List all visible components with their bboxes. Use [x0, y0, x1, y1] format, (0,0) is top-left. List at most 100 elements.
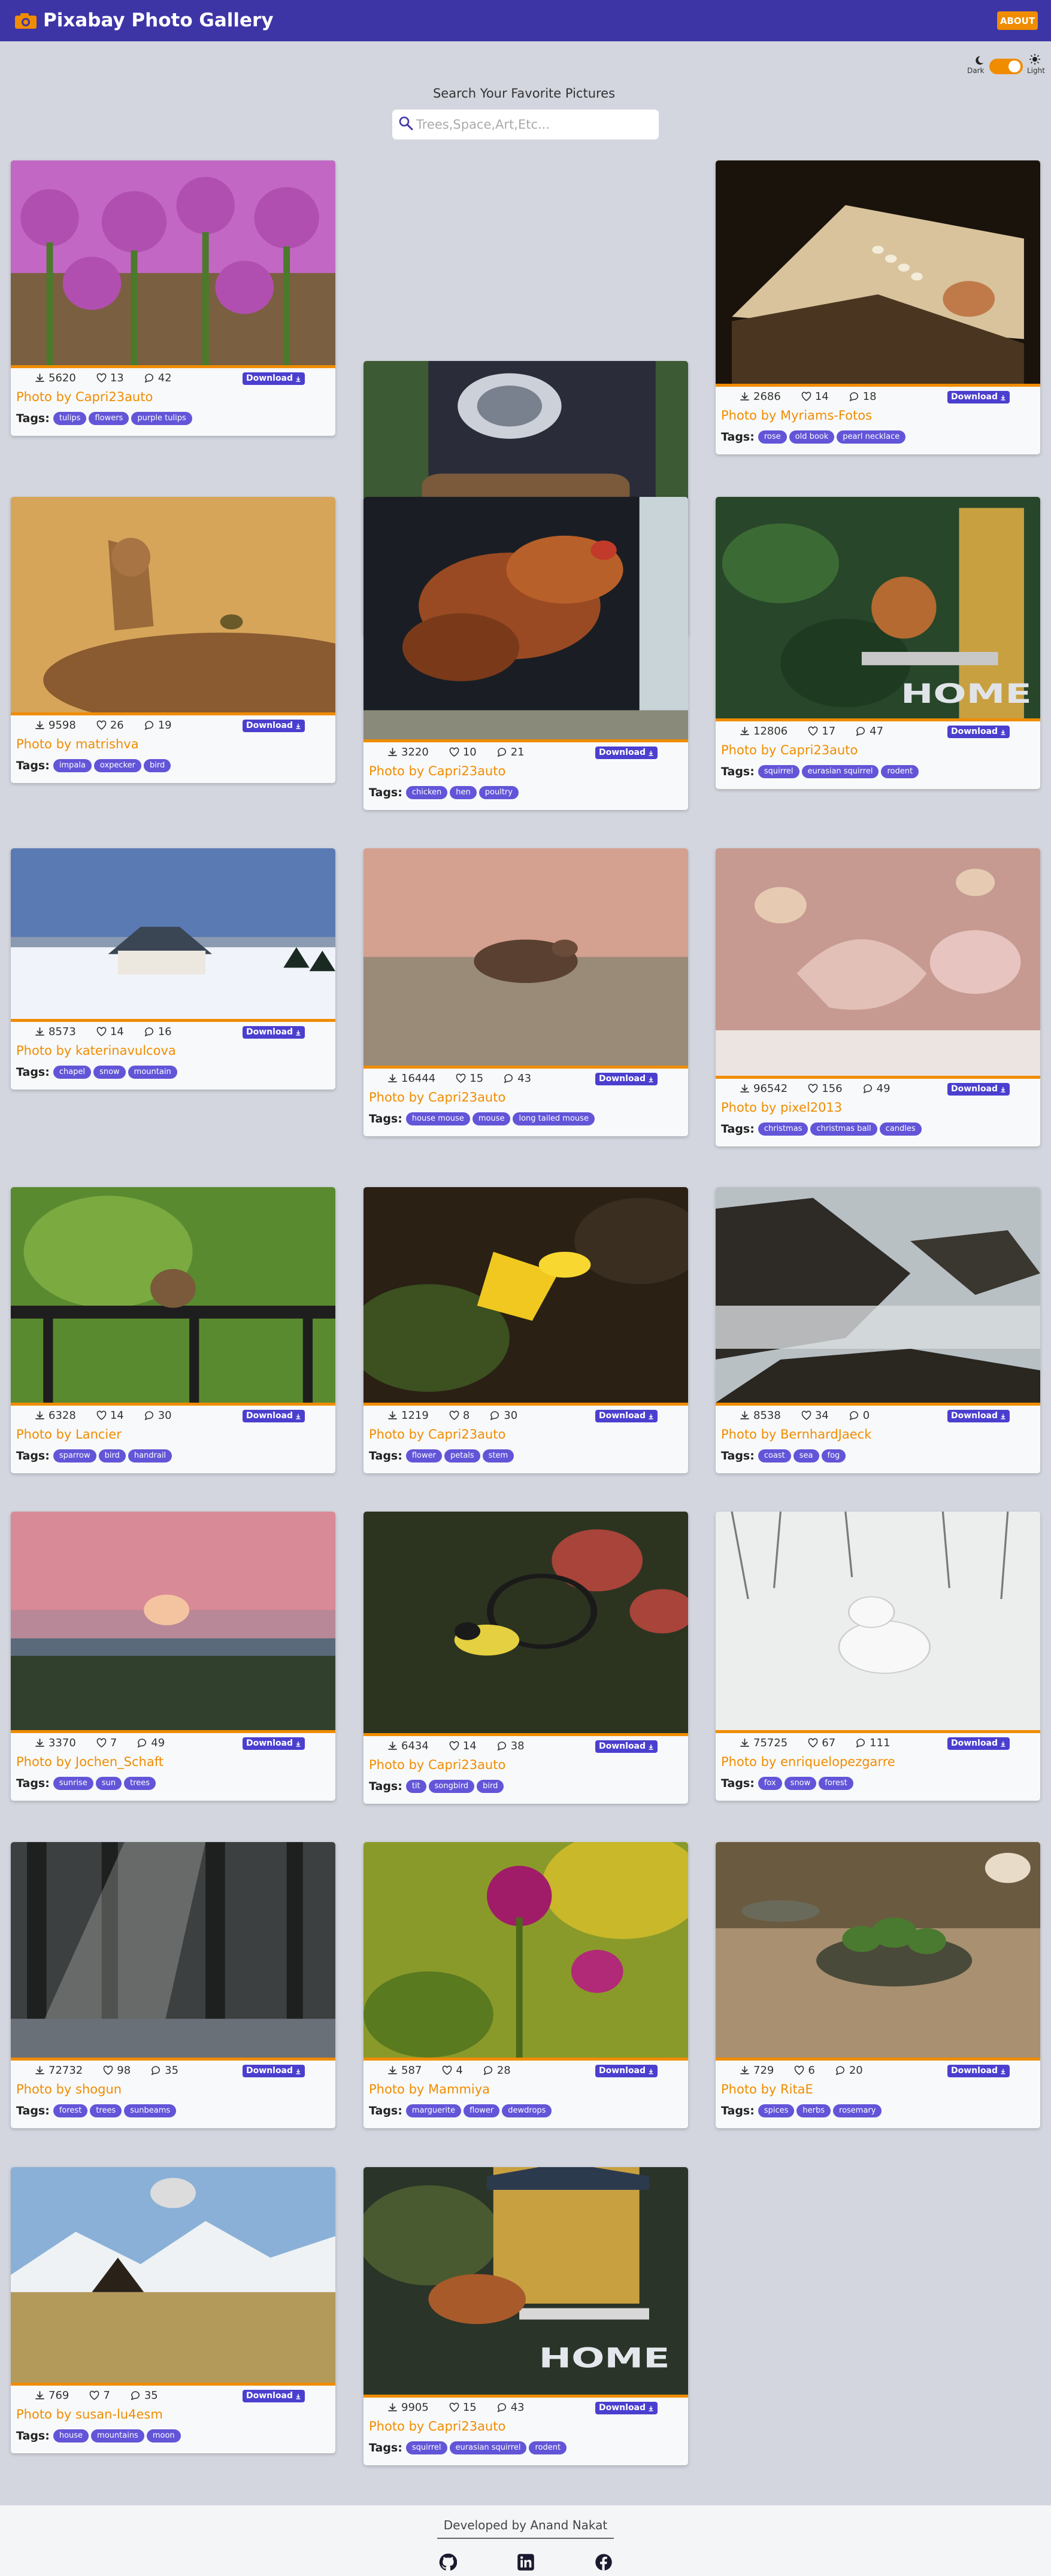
facebook-icon[interactable]: [595, 2553, 613, 2571]
photo-author[interactable]: Photo by Mammiya: [364, 2082, 688, 2097]
photo-author[interactable]: Photo by Capri23auto: [716, 742, 1040, 758]
photo-author[interactable]: Photo by Capri23auto: [364, 1757, 688, 1773]
tag-chip[interactable]: hen: [450, 786, 477, 799]
download-button[interactable]: Download: [595, 1740, 658, 1753]
tag-chip[interactable]: mouse: [472, 1112, 511, 1125]
tag-chip[interactable]: forest: [819, 1777, 853, 1790]
tag-chip[interactable]: chicken: [405, 786, 448, 799]
tag-chip[interactable]: purple tulips: [131, 412, 192, 425]
about-button[interactable]: ABOUT: [997, 11, 1038, 30]
theme-toggle[interactable]: Dark Light: [967, 54, 1045, 79]
tag-chip[interactable]: rosemary: [833, 2104, 882, 2117]
tag-chip[interactable]: forest: [53, 2104, 88, 2117]
photo-image[interactable]: HOME: [716, 497, 1040, 721]
photo-image[interactable]: [11, 1187, 335, 1406]
tag-chip[interactable]: snow: [93, 1066, 126, 1079]
tag-chip[interactable]: chapel: [53, 1066, 92, 1079]
tag-chip[interactable]: christmas: [758, 1122, 808, 1136]
tag-chip[interactable]: eurasian squirrel: [801, 765, 879, 778]
download-button[interactable]: Download: [243, 1026, 305, 1039]
photo-author[interactable]: Photo by RitaE: [716, 2082, 1040, 2097]
photo-image[interactable]: [364, 497, 688, 742]
tag-chip[interactable]: spices: [758, 2104, 795, 2117]
download-button[interactable]: Download: [243, 2065, 305, 2077]
photo-author[interactable]: Photo by Myriams-Fotos: [716, 408, 1040, 423]
tag-chip[interactable]: squirrel: [405, 2441, 447, 2454]
tag-chip[interactable]: sparrow: [53, 1449, 96, 1463]
download-button[interactable]: Download: [243, 1410, 305, 1422]
download-button[interactable]: Download: [243, 372, 305, 385]
tag-chip[interactable]: fox: [758, 1777, 782, 1790]
tag-chip[interactable]: sun: [95, 1777, 122, 1790]
tag-chip[interactable]: herbs: [796, 2104, 831, 2117]
tag-chip[interactable]: bird: [98, 1449, 126, 1463]
download-button[interactable]: Download: [243, 720, 305, 732]
tag-chip[interactable]: bird: [143, 759, 171, 772]
download-button[interactable]: Download: [947, 1737, 1010, 1750]
tag-chip[interactable]: petals: [444, 1449, 480, 1463]
tag-chip[interactable]: marguerite: [405, 2104, 462, 2117]
download-button[interactable]: Download: [595, 2065, 658, 2077]
download-button[interactable]: Download: [243, 2390, 305, 2402]
photo-author[interactable]: Photo by matrishva: [11, 736, 335, 752]
tag-chip[interactable]: tulips: [53, 412, 87, 425]
tag-chip[interactable]: stem: [482, 1449, 514, 1463]
photo-author[interactable]: Photo by BernhardJaeck: [716, 1427, 1040, 1442]
tag-chip[interactable]: house mouse: [405, 1112, 470, 1125]
photo-image[interactable]: [11, 160, 335, 368]
tag-chip[interactable]: flowers: [89, 412, 129, 425]
tag-chip[interactable]: handrail: [128, 1449, 172, 1463]
photo-author[interactable]: Photo by enriquelopezgarre: [716, 1754, 1040, 1770]
photo-image[interactable]: [364, 1842, 688, 2061]
tag-chip[interactable]: poultry: [478, 786, 519, 799]
tag-chip[interactable]: fog: [821, 1449, 846, 1463]
linkedin-icon[interactable]: [517, 2553, 535, 2571]
theme-switch[interactable]: [989, 59, 1023, 74]
tag-chip[interactable]: squirrel: [758, 765, 799, 778]
photo-author[interactable]: Photo by shogun: [11, 2082, 335, 2097]
photo-author[interactable]: Photo by Capri23auto: [364, 2419, 688, 2434]
download-button[interactable]: Download: [595, 2402, 658, 2414]
tag-chip[interactable]: sunrise: [53, 1777, 93, 1790]
download-button[interactable]: Download: [595, 1410, 658, 1422]
tag-chip[interactable]: sunbeams: [124, 2104, 177, 2117]
tag-chip[interactable]: old book: [789, 430, 835, 444]
tag-chip[interactable]: rose: [758, 430, 787, 444]
photo-author[interactable]: Photo by katerinavulcova: [11, 1043, 335, 1058]
photo-author[interactable]: Photo by Capri23auto: [364, 763, 688, 779]
tag-chip[interactable]: flower: [405, 1449, 442, 1463]
photo-image[interactable]: HOME: [364, 2167, 688, 2398]
download-button[interactable]: Download: [947, 2065, 1010, 2077]
photo-image[interactable]: [364, 848, 688, 1069]
tag-chip[interactable]: rodent: [881, 765, 919, 778]
photo-image[interactable]: [716, 1187, 1040, 1406]
download-button[interactable]: Download: [947, 1410, 1010, 1422]
tag-chip[interactable]: long tailed mouse: [513, 1112, 595, 1125]
photo-author[interactable]: Photo by Capri23auto: [364, 1427, 688, 1442]
photo-image[interactable]: [364, 1187, 688, 1406]
tag-chip[interactable]: impala: [53, 759, 92, 772]
tag-chip[interactable]: christmas ball: [810, 1122, 877, 1136]
photo-image[interactable]: [364, 1512, 688, 1736]
tag-chip[interactable]: rodent: [529, 2441, 567, 2454]
tag-chip[interactable]: oxpecker: [93, 759, 141, 772]
tag-chip[interactable]: mountains: [91, 2429, 144, 2443]
photo-author[interactable]: Photo by susan-lu4esm: [11, 2407, 335, 2422]
tag-chip[interactable]: trees: [90, 2104, 122, 2117]
tag-chip[interactable]: coast: [758, 1449, 791, 1463]
tag-chip[interactable]: flower: [464, 2104, 500, 2117]
download-button[interactable]: Download: [243, 1737, 305, 1750]
download-button[interactable]: Download: [947, 726, 1010, 738]
tag-chip[interactable]: pearl necklace: [837, 430, 906, 444]
tag-chip[interactable]: candles: [879, 1122, 922, 1136]
photo-image[interactable]: [11, 1842, 335, 2061]
tag-chip[interactable]: dewdrops: [502, 2104, 552, 2117]
photo-author[interactable]: Photo by Jochen_Schaft: [11, 1754, 335, 1770]
download-button[interactable]: Download: [947, 1083, 1010, 1096]
download-button[interactable]: Download: [595, 747, 658, 759]
photo-author[interactable]: Photo by Lancier: [11, 1427, 335, 1442]
photo-author[interactable]: Photo by Capri23auto: [364, 1090, 688, 1105]
photo-image[interactable]: [11, 848, 335, 1022]
photo-image[interactable]: [11, 1512, 335, 1733]
tag-chip[interactable]: mountain: [128, 1066, 177, 1079]
